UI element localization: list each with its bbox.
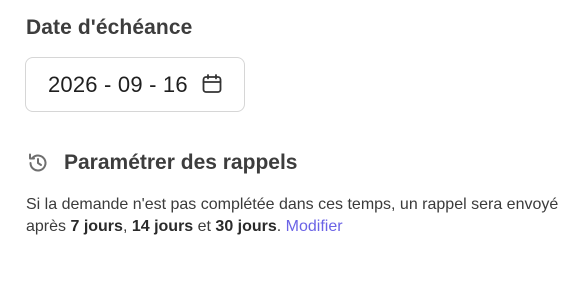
reminder-separator-2: et	[193, 218, 216, 235]
calendar-icon[interactable]	[200, 72, 224, 96]
due-date-value[interactable]: 2026 - 09 - 16	[48, 72, 188, 98]
modify-reminders-link[interactable]: Modifier	[286, 218, 343, 235]
reminder-interval-1: 7 jours	[70, 218, 123, 235]
history-icon	[26, 151, 50, 175]
due-date-field[interactable]: 2026 - 09 - 16	[25, 57, 245, 112]
reminder-separator-1: ,	[122, 218, 132, 235]
reminder-interval-3: 30 jours	[215, 218, 277, 235]
reminder-interval-2: 14 jours	[131, 218, 194, 235]
due-date-settings-panel: Date d'échéance 2026 - 09 - 16 Paramétre…	[0, 0, 584, 288]
due-date-label: Date d'échéance	[26, 16, 193, 39]
reminder-description: Si la demande n'est pas complétée dans c…	[26, 194, 566, 238]
reminder-description-end: .	[276, 218, 286, 235]
reminder-settings-header: Paramétrer des rappels	[26, 151, 297, 175]
reminder-settings-title: Paramétrer des rappels	[64, 151, 298, 174]
